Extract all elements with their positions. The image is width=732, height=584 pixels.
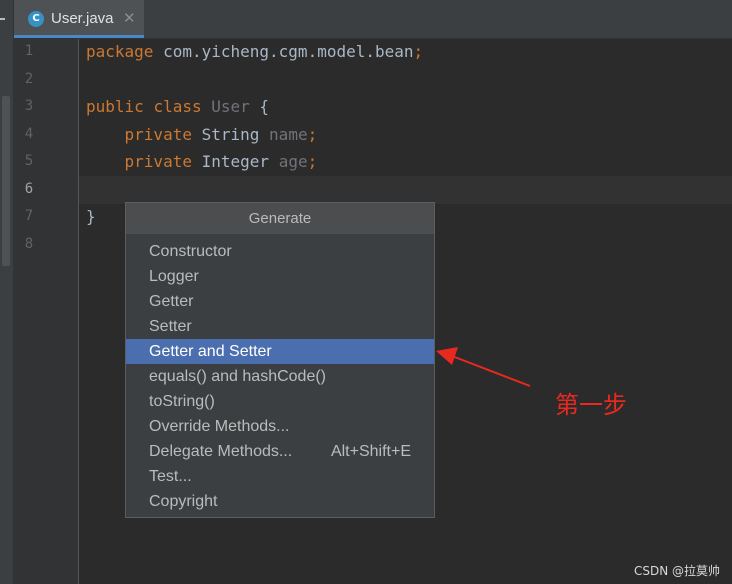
watermark: CSDN @拉莫帅 <box>634 564 721 578</box>
annotation-arrow-line <box>451 355 531 387</box>
annotation-layer <box>436 347 531 387</box>
annotation-arrowhead <box>436 347 458 365</box>
annotation-label: 第一步 <box>555 391 627 419</box>
